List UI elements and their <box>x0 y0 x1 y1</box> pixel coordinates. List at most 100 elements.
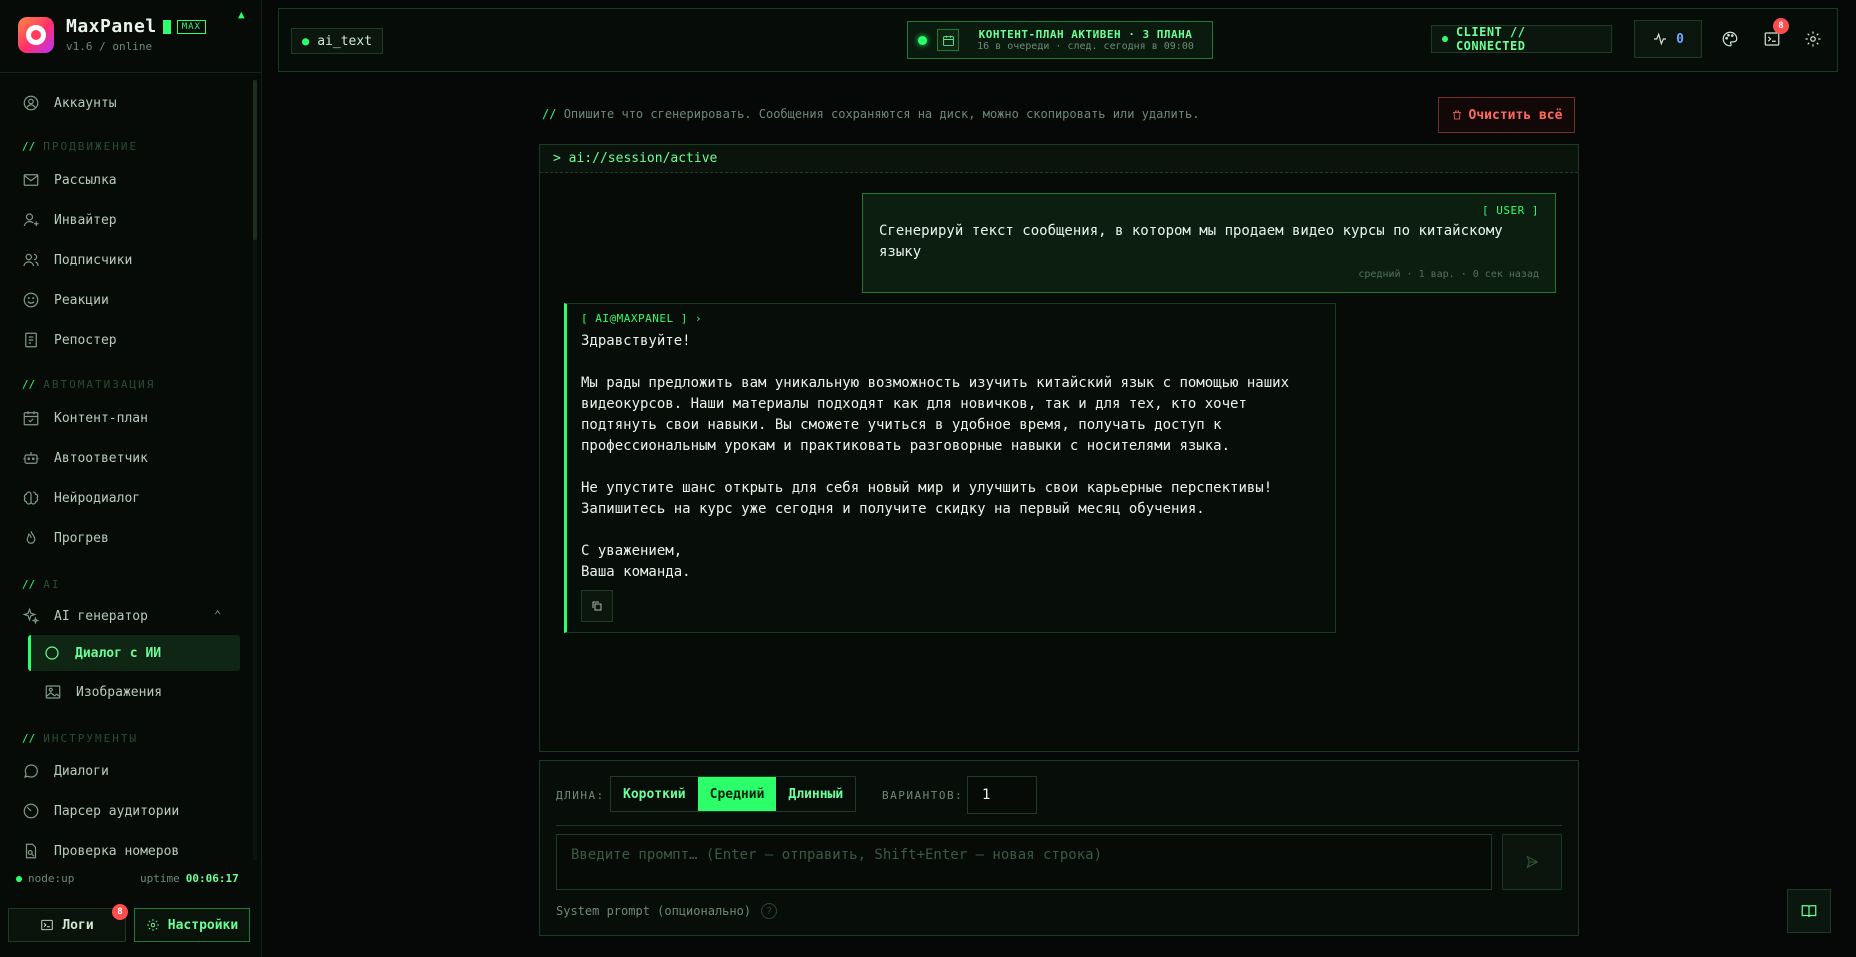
sidebar-item-ai-generator[interactable]: AI генератор <box>22 599 232 633</box>
node-status: node:up <box>16 872 74 885</box>
smile-icon <box>23 292 39 308</box>
sidebar-item-dialogs[interactable]: Диалоги <box>22 754 109 788</box>
sidebar-item-subscribers[interactable]: Подписчики <box>22 243 132 277</box>
ai-tag: [ AI@MAXPANEL ] › <box>581 312 703 325</box>
bot-icon <box>23 452 39 464</box>
sidebar-item-number-check[interactable]: Проверка номеров <box>22 834 179 868</box>
flame-icon <box>26 531 36 544</box>
activity-pulse-icon <box>1654 32 1667 46</box>
book-open-icon <box>1801 905 1817 918</box>
user-circle-icon <box>23 95 39 111</box>
gear-icon[interactable] <box>1801 27 1825 51</box>
length-label: ДЛИНА: <box>556 789 605 802</box>
sidebar-item-mailing[interactable]: Рассылка <box>22 163 117 197</box>
pin-icon[interactable]: ▲ <box>238 8 245 21</box>
length-option-short[interactable]: Короткий <box>611 777 698 811</box>
sidebar-item-label: Парсер аудитории <box>54 803 180 819</box>
sidebar-scrollbar-thumb[interactable] <box>253 80 257 240</box>
sidebar-item-inviter[interactable]: Инвайтер <box>22 203 117 237</box>
sidebar-item-label: Аккаунты <box>54 95 117 111</box>
ai-message-text: Здравствуйте! Мы рады предложить вам уни… <box>581 333 1290 580</box>
chat-bubble-icon <box>45 646 59 660</box>
sidebar-item-label: Изображения <box>76 684 163 700</box>
route-chip[interactable]: ● ai_text <box>291 28 384 54</box>
uptime: uptime 00:06:17 <box>140 872 239 885</box>
sidebar-item-audience-parser[interactable]: Парсер аудитории <box>22 794 179 828</box>
file-search-icon <box>25 843 37 859</box>
sidebar-item-label: AI генератор <box>54 608 148 624</box>
terminal-count-badge: 8 <box>1773 18 1789 34</box>
plan-title: КОНТЕНТ-ПЛАН АКТИВЕН · 3 ПЛАНА <box>978 28 1193 41</box>
terminal-icon <box>41 919 54 931</box>
docs-button[interactable] <box>1787 889 1831 933</box>
activity-button[interactable]: 0 <box>1634 20 1702 58</box>
sidebar-item-label: Нейродиалог <box>54 490 141 506</box>
trash-icon <box>1452 110 1461 120</box>
prompt-input[interactable]: Введите промпт… (Enter — отправить, Shif… <box>556 834 1492 890</box>
sidebar-item-ai-dialog[interactable]: Диалог с ИИ <box>28 635 240 671</box>
sidebar-item-reposter[interactable]: Репостер <box>22 323 117 357</box>
status-dot-icon <box>1442 36 1448 42</box>
user-message: [ USER ] Сгенерируй текст сообщения, в к… <box>862 193 1556 293</box>
sidebar-item-label: Подписчики <box>54 252 133 268</box>
sidebar-item-label: Инвайтер <box>54 212 117 228</box>
sidebar-divider <box>0 72 262 73</box>
brand[interactable]: MaxPanel MAX v1.6 / online <box>18 16 206 53</box>
brand-version: v1.6 / online <box>66 40 153 53</box>
variants-input[interactable]: 1 <box>967 776 1037 814</box>
sidebar-item-warmup[interactable]: Прогрев <box>22 521 109 555</box>
length-option-long[interactable]: Длинный <box>776 777 855 811</box>
sidebar-item-content-plan[interactable]: Контент-план <box>22 401 148 435</box>
repost-icon <box>25 332 37 348</box>
logs-button[interactable]: Логи <box>8 908 126 942</box>
section-tools: //ИНСТРУМЕНТЫ <box>22 732 139 745</box>
length-selector[interactable]: Короткий Средний Длинный <box>610 776 857 812</box>
app-logo <box>18 16 54 53</box>
sidebar-item-images[interactable]: Изображения <box>44 675 162 709</box>
sidebar-item-label: Контент-план <box>54 410 148 426</box>
location-pin-icon: ● <box>302 34 310 48</box>
user-plus-icon <box>23 213 39 227</box>
sidebar-item-label: Реакции <box>54 292 109 308</box>
clear-all-button[interactable]: Очистить всё <box>1438 97 1575 133</box>
section-promotion: //ПРОДВИЖЕНИЕ <box>22 140 139 153</box>
variants-label: ВАРИАНТОВ: <box>882 789 964 802</box>
cursor-block-icon <box>162 19 171 34</box>
copy-button[interactable] <box>581 590 613 622</box>
sidebar-item-label: Диалог с ИИ <box>75 645 162 661</box>
brand-name: MaxPanel <box>66 16 157 37</box>
plan-badge: MAX <box>176 19 206 34</box>
chat-session: > ai://session/active [ USER ] Сгенериру… <box>539 144 1579 752</box>
sidebar-item-label: Проверка номеров <box>54 843 180 859</box>
content-plan-status[interactable]: КОНТЕНТ-ПЛАН АКТИВЕН · 3 ПЛАНА 16 в очер… <box>907 21 1213 59</box>
sidebar-item-reactions[interactable]: Реакции <box>22 283 109 317</box>
message-meta: средний · 1 вар. · 0 сек назад <box>1358 269 1539 280</box>
ai-message: [ AI@MAXPANEL ] › Здравствуйте! Мы рады … <box>564 303 1336 633</box>
brain-icon <box>23 491 39 505</box>
help-icon[interactable]: ? <box>761 903 778 919</box>
client-connection-status: CLIENT // CONNECTED <box>1431 25 1612 53</box>
copy-icon <box>592 601 602 611</box>
section-automation: //АВТОМАТИЗАЦИЯ <box>22 378 156 391</box>
settings-button[interactable]: Настройки <box>134 908 250 942</box>
page-hint: // Опишите что сгенерировать. Сообщения … <box>542 107 1200 121</box>
composer: ДЛИНА: Короткий Средний Длинный ВАРИАНТО… <box>539 760 1579 936</box>
users-icon <box>23 253 39 267</box>
length-option-medium[interactable]: Средний <box>697 777 777 811</box>
sidebar-item-autoresponder[interactable]: Автоответчик <box>22 441 148 475</box>
sparkles-icon <box>22 607 40 625</box>
gear-icon <box>146 919 159 931</box>
palette-icon[interactable] <box>1718 27 1742 51</box>
plan-subtitle: 16 в очереди · след. сегодня в 09:00 <box>977 41 1194 52</box>
send-button[interactable] <box>1502 834 1562 890</box>
sidebar-item-label: Рассылка <box>54 172 117 188</box>
system-prompt-toggle[interactable]: System prompt (опционально) ? <box>556 903 778 919</box>
sidebar-item-accounts[interactable]: Аккаунты <box>22 86 117 120</box>
logs-count-badge: 8 <box>112 904 128 920</box>
user-tag: [ USER ] <box>1482 204 1539 217</box>
chevron-up-icon[interactable]: ⌃ <box>214 608 221 622</box>
sidebar: MaxPanel MAX v1.6 / online ▲ Аккаунты //… <box>0 0 262 957</box>
calendar-icon <box>23 411 39 426</box>
sidebar-item-neurodialog[interactable]: Нейродиалог <box>22 481 140 515</box>
status-dot-icon <box>16 875 22 882</box>
